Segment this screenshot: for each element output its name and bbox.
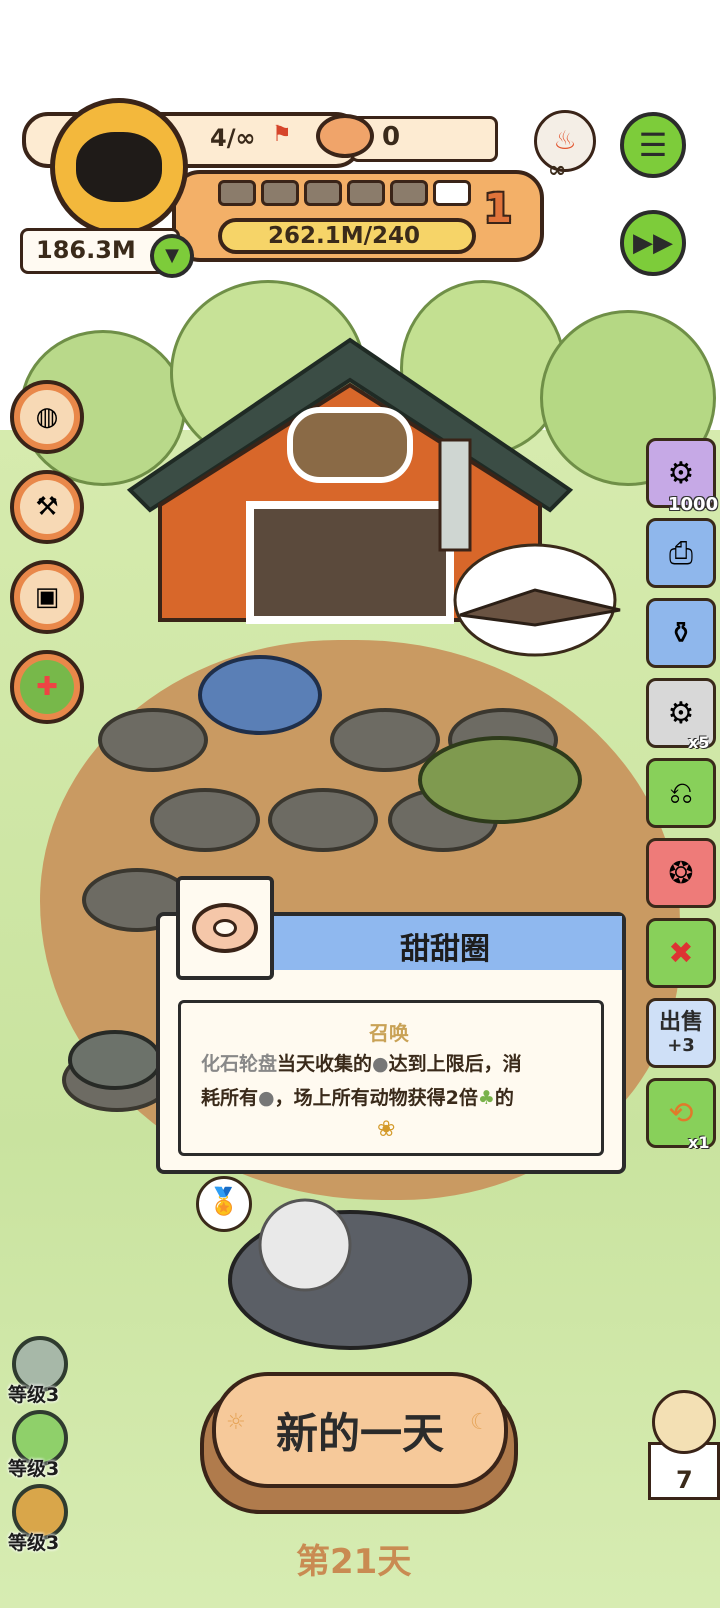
- flag-icon: ⚑: [272, 122, 292, 147]
- donut-card: [176, 876, 274, 980]
- raptor-animal[interactable]: [60, 1000, 170, 1110]
- fast-forward-button[interactable]: ▶▶: [620, 210, 686, 276]
- fire-rock-item[interactable]: ❂: [646, 838, 716, 908]
- sell-label: 出售: [658, 1009, 703, 1035]
- game-scene: 🏅 4/∞ ⚑ 0 1 262.1M/240 186.3M ▼ ♨ ∞ ☰ ▶▶…: [0, 0, 720, 1608]
- tools-button[interactable]: ⚒: [10, 470, 84, 544]
- camera-item[interactable]: ⎙: [646, 518, 716, 588]
- box-button[interactable]: ▣: [10, 560, 84, 634]
- fast-forward-icon: ▶▶: [633, 228, 673, 258]
- pan-tool-button[interactable]: ◍: [10, 380, 84, 454]
- popup-description-line1: 化石轮盘当天收集的●达到上限后，消: [201, 1053, 522, 1075]
- infinity-icon: ∞: [548, 158, 567, 183]
- level-badge-1[interactable]: 等级3: [8, 1336, 74, 1408]
- level-badge-2[interactable]: 等级3: [8, 1410, 74, 1482]
- camera-icon: ⎙: [669, 535, 693, 571]
- food-bowl-icon: [316, 114, 374, 158]
- fire-rock-icon: ❂: [668, 855, 694, 891]
- new-day-button[interactable]: 新的一天: [212, 1372, 508, 1488]
- ticket-item[interactable]: ⎌: [646, 758, 716, 828]
- moon-icon: ☾: [470, 1410, 490, 1435]
- day-label: 第21天: [296, 1542, 412, 1582]
- paw-icon: ❀: [377, 1117, 396, 1142]
- level-badge-3[interactable]: 等级3: [8, 1484, 74, 1556]
- pan-icon: ◍: [35, 402, 59, 432]
- owl-card[interactable]: 7: [648, 1390, 720, 1500]
- level-label: 等级3: [8, 1458, 60, 1480]
- level-label: 等级3: [8, 1532, 60, 1554]
- owl-icon: [652, 1390, 716, 1454]
- sell-amount: +3: [667, 1034, 695, 1056]
- popup-description-line2: 耗所有●，场上所有动物获得2倍♣的: [201, 1087, 514, 1109]
- robot-icon: ⚙: [667, 695, 695, 731]
- cancel-ticket-item[interactable]: ✖: [646, 918, 716, 988]
- coin-amount: 186.3M: [36, 236, 136, 264]
- wheel-icon: ⚙: [667, 455, 695, 491]
- refresh-ticket-badge: x1: [688, 1133, 710, 1152]
- animal-count: 4/∞: [210, 124, 256, 152]
- pterosaur-animal[interactable]: [440, 520, 630, 660]
- bonus-icon: ♣: [477, 1087, 495, 1109]
- progress-text: 262.1M/240: [268, 223, 421, 249]
- cancel-ticket-icon: ✖: [668, 935, 694, 971]
- popup-body-box: 召唤 化石轮盘当天收集的●达到上限后，消 耗所有●，场上所有动物获得2倍♣的 ❀: [178, 1000, 604, 1156]
- jar-item[interactable]: ⚱: [646, 598, 716, 668]
- black-cat-icon: [76, 132, 162, 202]
- robot-badge: x5: [688, 733, 710, 752]
- refresh-ticket-icon: ⟲: [668, 1095, 694, 1131]
- cat-avatar[interactable]: [50, 98, 188, 236]
- award-bubble-icon[interactable]: 🏅: [196, 1176, 252, 1232]
- box-icon: ▣: [34, 582, 60, 612]
- fossil-wheel-badge: 1000: [668, 494, 719, 515]
- level-number: 1: [484, 186, 512, 232]
- popup-section-label: 召唤: [369, 1021, 409, 1045]
- plesiosaur-animal[interactable]: [190, 640, 330, 750]
- fossil-coin-icon: ●: [258, 1087, 275, 1109]
- new-day-label: 新的一天: [275, 1408, 444, 1458]
- wrench-icon: ⚒: [35, 492, 59, 522]
- fossil-stone[interactable]: [150, 788, 260, 852]
- fossil-coin-icon: ●: [372, 1053, 389, 1075]
- fossil-wheel-link: 化石轮盘: [201, 1053, 278, 1075]
- ankylosaur-animal[interactable]: [410, 720, 590, 840]
- medical-icon: ✚: [36, 672, 58, 702]
- ticket-icon: ⎌: [669, 775, 693, 811]
- popup-title: 甜甜圈: [400, 932, 490, 967]
- sell-button[interactable]: 出售 +3: [646, 998, 716, 1068]
- owl-count: 7: [676, 1466, 693, 1494]
- donut-icon: [192, 903, 258, 953]
- fossil-stone[interactable]: [268, 788, 378, 852]
- menu-button[interactable]: ☰: [620, 112, 686, 178]
- dropdown-heart-button[interactable]: ▼: [150, 234, 194, 278]
- jar-icon: ⚱: [668, 615, 694, 651]
- bear-animal[interactable]: [220, 1190, 480, 1350]
- level-label: 等级3: [8, 1384, 60, 1406]
- menu-icon: ☰: [638, 126, 668, 164]
- level-segments: [218, 180, 476, 208]
- sun-icon: ☼: [226, 1410, 246, 1435]
- medical-kit-button[interactable]: ✚: [10, 650, 84, 724]
- food-bowl-count: 0: [382, 122, 401, 152]
